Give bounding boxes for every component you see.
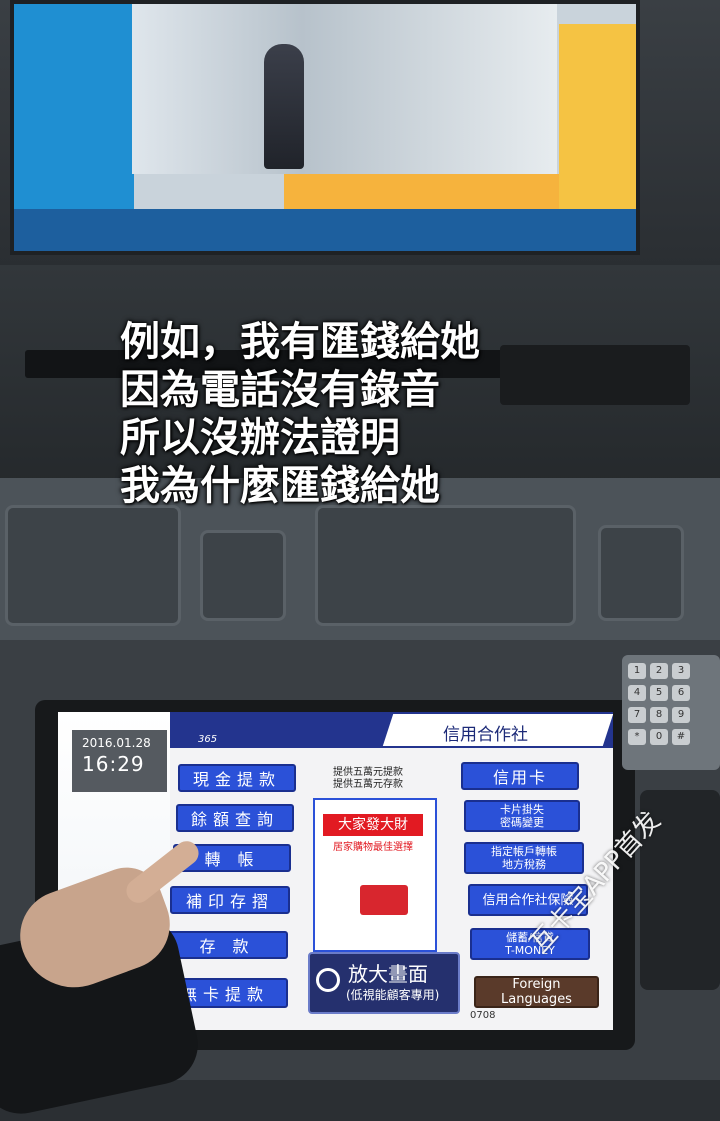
promo-panel: 大家發大財 居家購物最佳選擇 [313, 798, 437, 952]
credit-card-button[interactable]: 信用卡 [461, 762, 579, 790]
key-2[interactable]: 2 [650, 663, 668, 679]
card-loss-button[interactable]: 卡片掛失 密碼變更 [464, 800, 580, 832]
date-text: 2016.01.28 [82, 736, 151, 750]
key-4[interactable]: 4 [628, 685, 646, 701]
key-8[interactable]: 8 [650, 707, 668, 723]
key-7[interactable]: 7 [628, 707, 646, 723]
withdraw-button[interactable]: 現金提款 [178, 764, 296, 792]
advertising-screen [10, 0, 640, 255]
key-5[interactable]: 5 [650, 685, 668, 701]
bank-logo: 365 [198, 734, 218, 745]
zoom-screen-button[interactable]: 放大畫面 (低視能顧客專用) [308, 952, 460, 1014]
designated-transfer-button[interactable]: 指定帳戶轉帳 地方稅務 [464, 842, 584, 874]
card-reader[interactable] [500, 345, 690, 405]
deposit-slot-panel [598, 525, 684, 621]
ad-person-figure [264, 44, 304, 169]
passbook-print-button[interactable]: 補印存摺 [170, 886, 290, 914]
ad-video-area [132, 4, 557, 174]
caption-overlay: 例如，我有匯錢給她 因為電話沒有錄音 所以沒辦法證明 我為什麼匯錢給她 [120, 318, 480, 510]
ad-blue-band [14, 4, 134, 214]
caption-line-1: 例如，我有匯錢給她 [120, 319, 480, 365]
datetime-box: 2016.01.28 16:29 [72, 730, 167, 792]
cash-dispenser-panel [5, 505, 181, 626]
bank-title: 信用合作社 [443, 725, 528, 745]
promo-top-text: 提供五萬元提款 提供五萬元存款 [333, 767, 403, 790]
key-0[interactable]: 0 [650, 729, 668, 745]
caption-line-3: 所以沒辦法證明 [120, 415, 400, 461]
promo-subline: 居家購物最佳選擇 [333, 842, 413, 853]
caption-line-2: 因為電話沒有錄音 [120, 367, 440, 413]
key-3[interactable]: 3 [672, 663, 690, 679]
key-star[interactable]: * [628, 729, 646, 745]
zoom-sublabel: (低視能顧客專用) [346, 988, 440, 1002]
promo-card-image [360, 885, 408, 915]
magnifier-icon [316, 968, 340, 992]
time-text: 16:29 [82, 752, 145, 776]
ad-bottom-band [14, 209, 636, 251]
ad-yellow-panel [559, 24, 636, 214]
caption-line-4: 我為什麼匯錢給她 [120, 463, 440, 509]
balance-inquiry-button[interactable]: 餘額查詢 [176, 804, 294, 832]
passbook-panel [315, 505, 576, 626]
key-hash[interactable]: # [672, 729, 690, 745]
zoom-label: 放大畫面 [348, 962, 428, 986]
pin-keypad: 1 2 3 4 5 6 7 8 9 * 0 # [622, 655, 720, 770]
key-9[interactable]: 9 [672, 707, 690, 723]
card-slot-icon-panel [200, 530, 286, 621]
deposit-button[interactable]: 存 款 [166, 931, 288, 959]
foreign-languages-button[interactable]: Foreign Languages [474, 976, 599, 1008]
key-1[interactable]: 1 [628, 663, 646, 679]
key-6[interactable]: 6 [672, 685, 690, 701]
footer-number: 0708 [470, 1010, 496, 1021]
promo-headline: 大家發大財 [323, 814, 423, 836]
